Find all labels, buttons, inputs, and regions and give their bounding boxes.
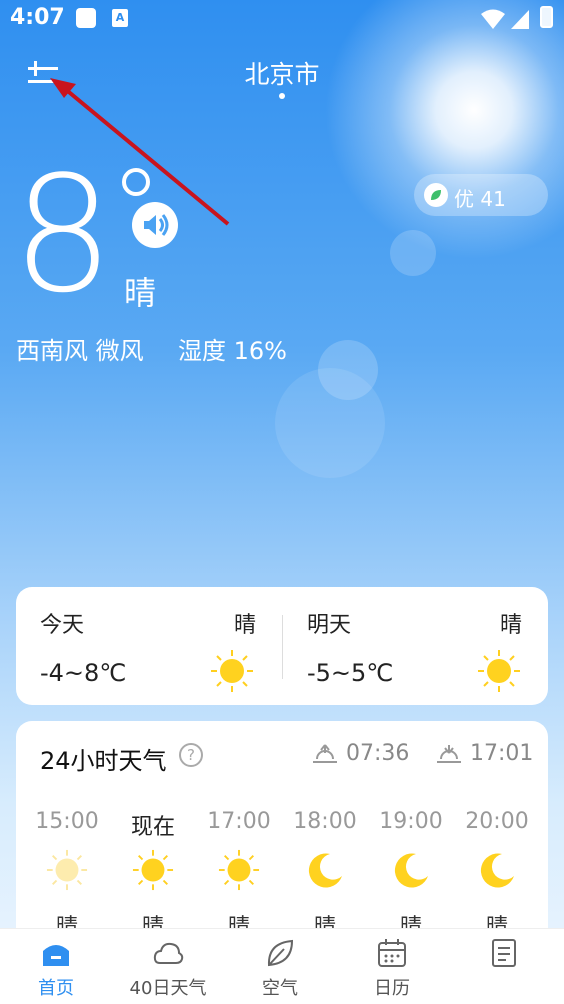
speaker-button[interactable] [132,202,178,248]
hour-time: 20:00 [465,809,529,834]
sun-icon [132,849,174,895]
speaker-icon [144,214,169,236]
nav-home[interactable]: 首页 [0,929,112,1004]
news-icon [492,939,516,967]
today-temp-range: -4~8℃ [40,659,127,687]
tomorrow-label: 明天 [307,613,352,638]
calendar-icon [378,939,406,967]
weather-screen: 4:07 A 北京市 8 晴 西南风 微风 湿度 16% 优 41 今天 晴 -… [0,0,564,1004]
today-label: 今天 [40,613,85,638]
bottom-nav: 首页 40日天气 空气 日历 [0,928,564,1004]
lens-flare [275,368,385,478]
sun-icon [46,849,88,895]
divider [282,615,283,679]
wind-info: 西南风 微风 [16,337,144,365]
moon-icon [304,849,346,895]
hourly-title: 24小时天气 [40,747,167,775]
home-icon [43,945,69,966]
tomorrow-condition: 晴 [500,613,523,638]
nav-news[interactable] [448,929,560,1004]
nav-label: 40日天气 [129,978,207,999]
sunrise-time: 07:36 [346,741,410,766]
sunrise-icon [313,744,337,763]
today-condition: 晴 [234,613,257,638]
nav-calendar[interactable]: 日历 [336,929,448,1004]
nav-label: 日历 [374,978,410,999]
sun-icon [211,650,253,692]
sunset-icon [437,745,461,763]
nav-air[interactable]: 空气 [224,929,336,1004]
degree-symbol [122,168,150,196]
hour-time: 19:00 [379,809,443,834]
tomorrow-temp-range: -5~5℃ [307,659,394,687]
help-icon[interactable]: ? [179,743,203,767]
sun-icon [218,849,260,895]
sunset-time: 17:01 [470,741,534,766]
moon-icon [476,849,518,895]
hour-time: 现在 [130,815,175,840]
nav-label: 空气 [262,978,298,999]
nav-40day[interactable]: 40日天气 [112,929,224,1004]
leaf-icon [267,939,294,967]
hour-time: 18:00 [293,809,357,834]
sun-icon [478,650,520,692]
nav-label: 首页 [38,978,74,999]
aqi-badge[interactable]: 优 41 [414,174,548,216]
moon-icon [390,849,432,895]
humidity-info: 湿度 16% [178,337,287,365]
cloud-icon [153,942,184,964]
current-temperature: 8 [12,141,114,328]
daily-forecast-card[interactable]: 今天 晴 -4~8℃ 明天 晴 -5~5℃ [16,587,548,705]
hour-time: 17:00 [207,809,271,834]
hour-time: 15:00 [35,809,99,834]
current-condition: 晴 [124,274,157,312]
aqi-value: 优 41 [454,187,506,211]
leaf-icon [424,183,448,207]
